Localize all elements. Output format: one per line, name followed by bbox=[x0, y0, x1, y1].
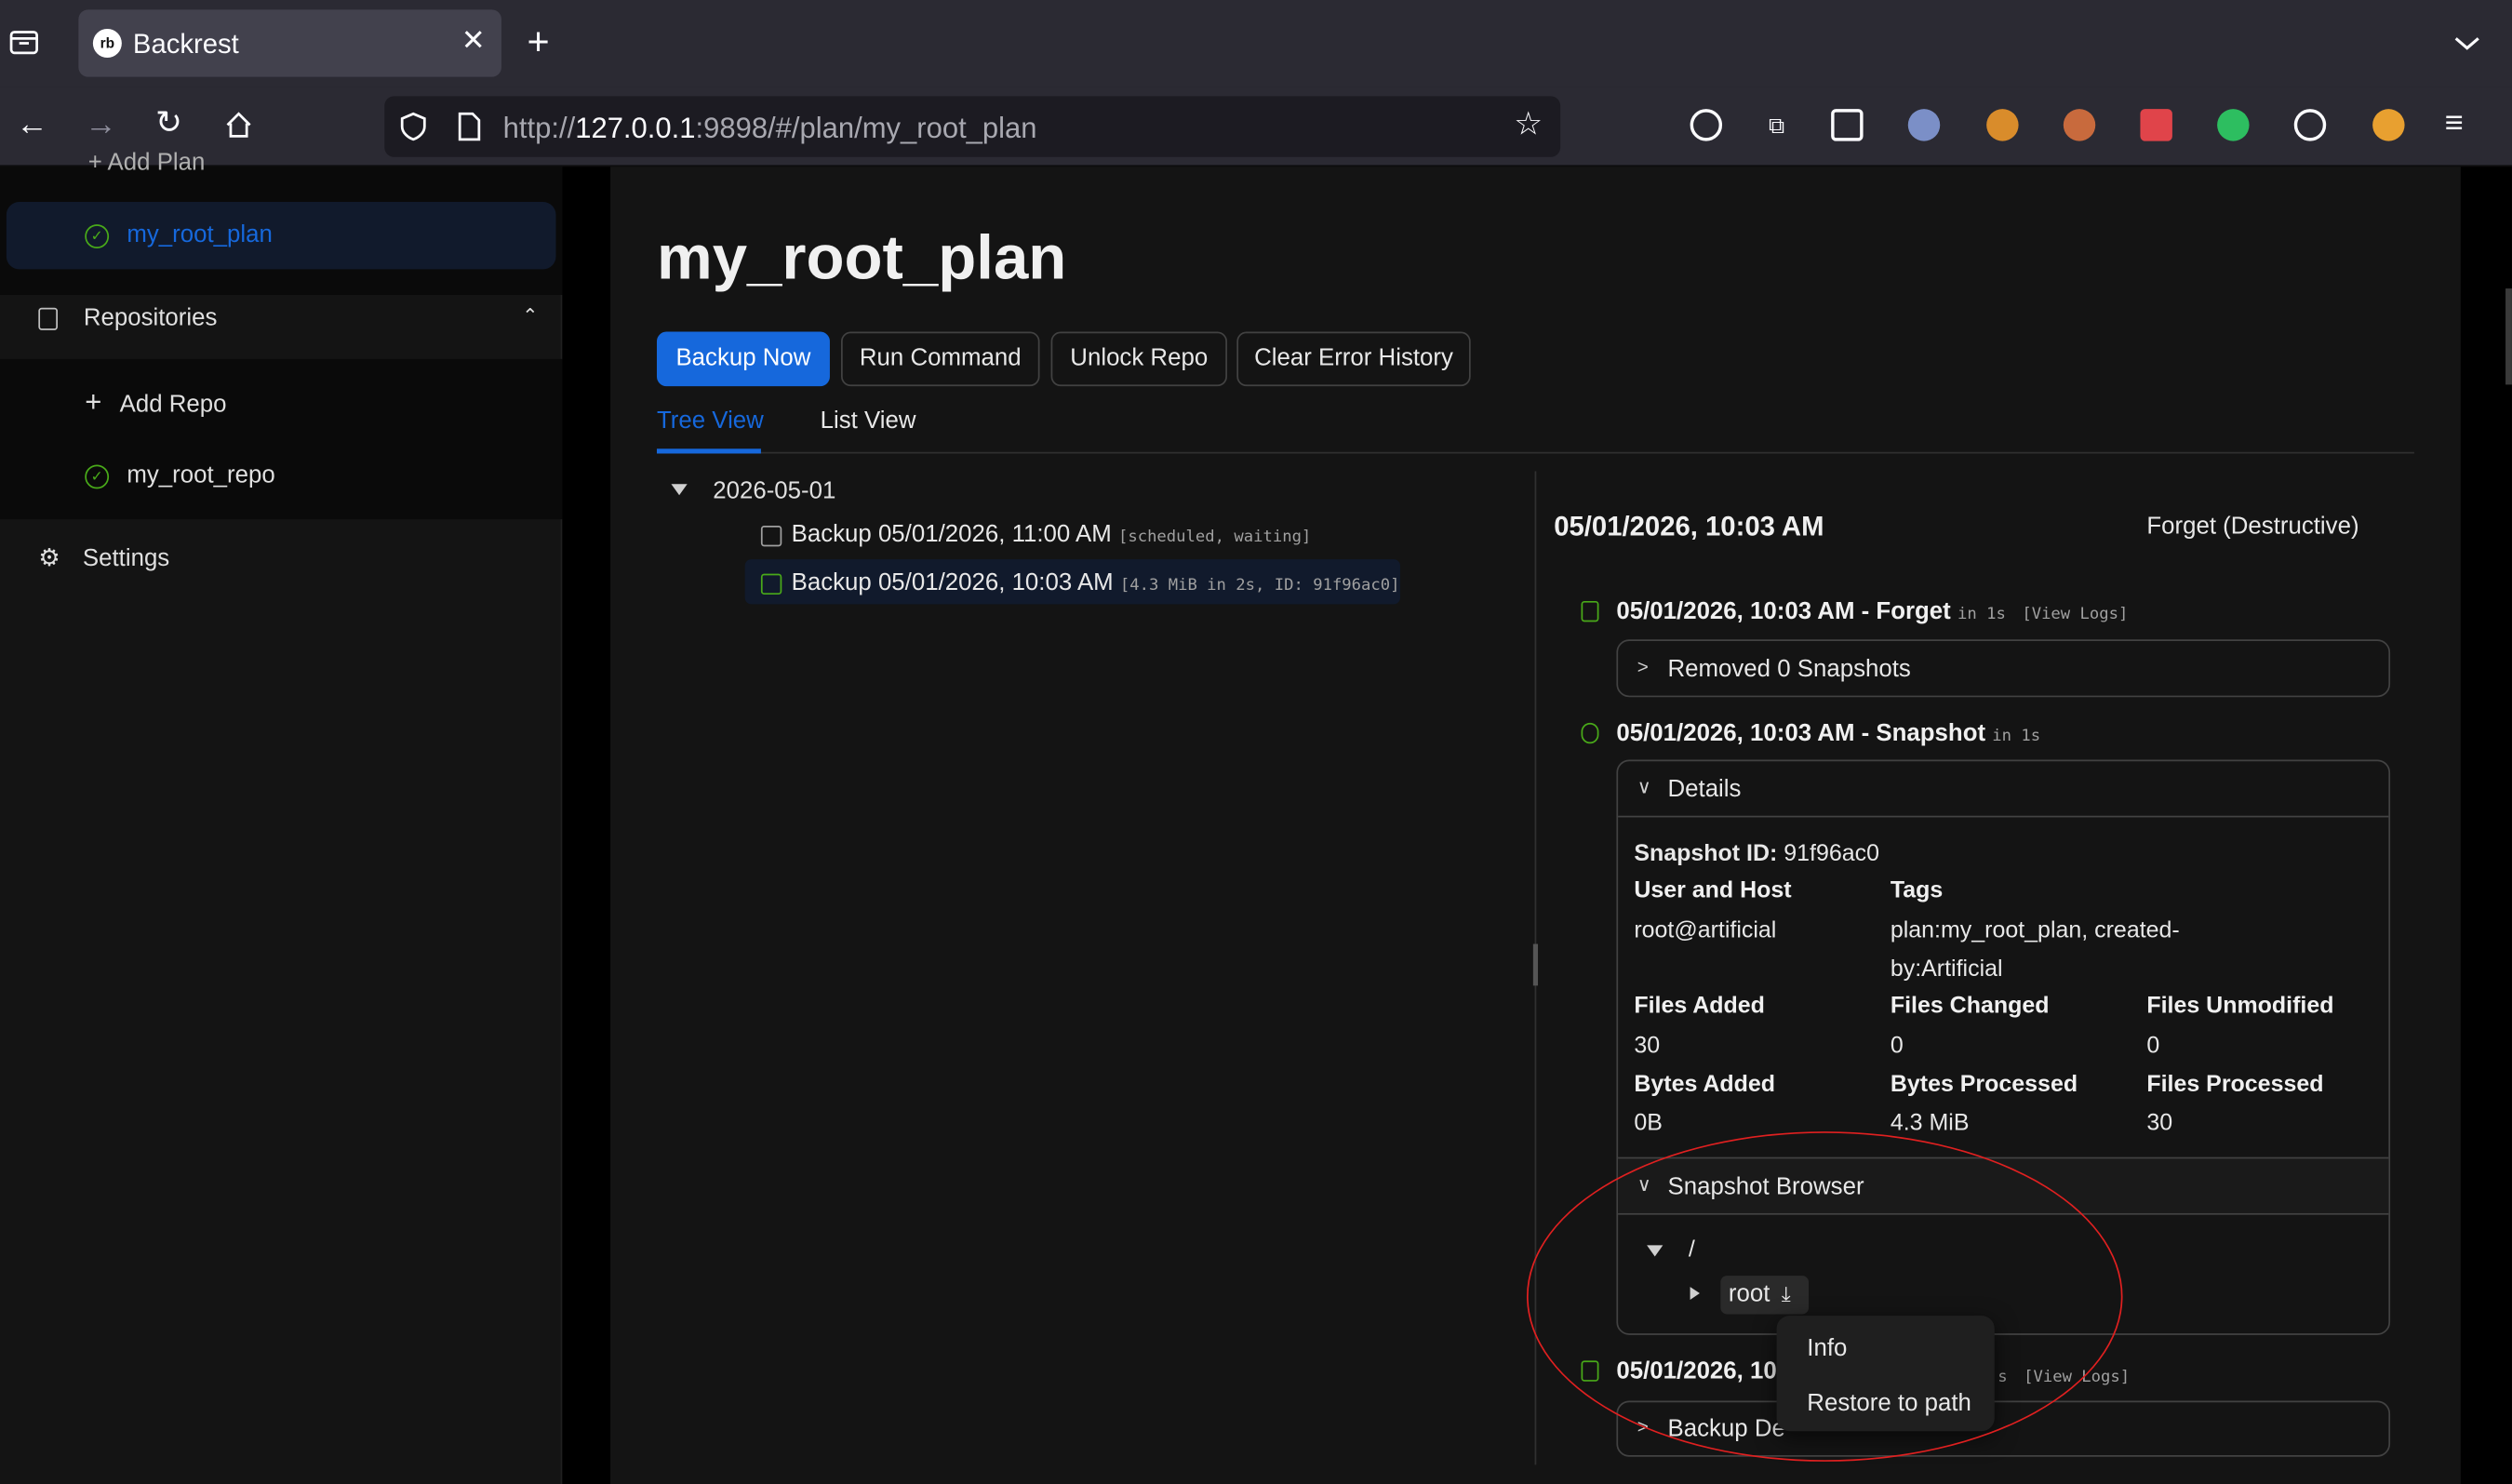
tab-close-icon[interactable]: ✕ bbox=[461, 24, 486, 58]
backup-now-button[interactable]: Backup Now bbox=[656, 331, 830, 387]
files-processed-value: 30 bbox=[2146, 1110, 2173, 1137]
save-icon bbox=[760, 525, 782, 546]
home-icon[interactable] bbox=[222, 109, 254, 147]
tree-date-node[interactable]: 2026-05-01 bbox=[713, 477, 835, 504]
cookie-icon[interactable] bbox=[2063, 109, 2096, 141]
extension-2-icon[interactable] bbox=[1907, 109, 1941, 141]
tab-active-indicator bbox=[656, 448, 761, 454]
reload-icon[interactable]: ↻ bbox=[155, 107, 182, 139]
bookmark-star-icon[interactable]: ☆ bbox=[1514, 109, 1543, 140]
check-circle-icon: ✓ bbox=[85, 463, 110, 488]
files-added-value: 30 bbox=[1634, 1034, 1661, 1060]
files-unmodified-label: Files Unmodified bbox=[2146, 993, 2334, 1020]
tab-overview-icon[interactable] bbox=[8, 26, 40, 64]
url-text[interactable]: http://127.0.0.1:9898/#/plan/my_root_pla… bbox=[503, 113, 1037, 146]
plans-submenu: + Add Plan ✓ my_root_plan bbox=[0, 149, 563, 295]
menu-icon[interactable]: ≡ bbox=[2445, 107, 2464, 139]
eraser-icon[interactable] bbox=[2140, 109, 2172, 141]
account-icon[interactable] bbox=[1690, 109, 1723, 141]
forget-op-header: 05/01/2026, 10:03 AM - Forget in 1s [Vie… bbox=[1616, 597, 2129, 625]
clear-error-history-button[interactable]: Clear Error History bbox=[1236, 331, 1471, 387]
url-bar[interactable]: http://127.0.0.1:9898/#/plan/my_root_pla… bbox=[384, 96, 1561, 157]
tab-title: Backrest bbox=[132, 29, 239, 60]
sidebar-item-repositories[interactable]: Repositories ⌃ bbox=[38, 304, 539, 332]
tree-row-scheduled[interactable]: Backup 05/01/2026, 11:00 AM [scheduled, … bbox=[760, 521, 1311, 548]
extensions-icon[interactable]: ⧉ bbox=[1760, 109, 1792, 140]
run-command-button[interactable]: Run Command bbox=[840, 331, 1040, 387]
sidebar-item-add-repo[interactable]: + Add Repo bbox=[85, 386, 226, 420]
scrollbar-marker[interactable] bbox=[2505, 288, 2512, 385]
chevron-up-icon: ⌃ bbox=[522, 304, 539, 328]
chevron-right-icon: > bbox=[1637, 655, 1649, 678]
sidebar-item-add-plan[interactable]: + Add Plan bbox=[88, 149, 206, 176]
list-all-tabs-icon[interactable] bbox=[2452, 27, 2481, 59]
tags-label: Tags bbox=[1890, 877, 1944, 904]
snapshot-op-header: 05/01/2026, 10:03 AM - Snapshot in 1s bbox=[1616, 719, 2041, 747]
detail-title: 05/01/2026, 10:03 AM bbox=[1554, 511, 1824, 542]
bytes-processed-value: 4.3 MiB bbox=[1890, 1110, 1970, 1137]
cookie-2-icon[interactable] bbox=[2293, 109, 2327, 141]
check-circle-icon: ✓ bbox=[85, 223, 110, 248]
page-icon[interactable] bbox=[457, 111, 483, 149]
page-title: my_root_plan bbox=[656, 224, 1067, 294]
split-handle[interactable] bbox=[1532, 943, 1539, 986]
extension-4-icon[interactable] bbox=[2372, 109, 2405, 141]
forward-icon[interactable]: → bbox=[85, 109, 116, 140]
backrest-favicon-icon: rb bbox=[92, 29, 122, 59]
browser-tab-strip: rb Backrest ✕ + bbox=[0, 0, 2512, 87]
tabs-divider bbox=[656, 451, 2414, 454]
tree-row-completed[interactable]: Backup 05/01/2026, 10:03 AM [4.3 MiB in … bbox=[760, 568, 1400, 596]
bytes-added-label: Bytes Added bbox=[1634, 1072, 1776, 1098]
bytes-processed-label: Bytes Processed bbox=[1890, 1072, 2078, 1098]
user-host-value: root@artificial bbox=[1634, 917, 1777, 944]
extension-1-icon[interactable] bbox=[1831, 109, 1864, 141]
back-icon[interactable]: ← bbox=[16, 109, 47, 140]
view-logs-link[interactable]: [View Logs] bbox=[2022, 606, 2128, 623]
tab-list-view[interactable]: List View bbox=[821, 408, 916, 435]
files-changed-value: 0 bbox=[1890, 1034, 1904, 1060]
extension-3-icon[interactable] bbox=[1986, 109, 2019, 141]
annotation-ellipse bbox=[1526, 1131, 2123, 1462]
bytes-added-value: 0B bbox=[1634, 1110, 1663, 1137]
caret-down-icon[interactable] bbox=[671, 484, 688, 496]
files-changed-label: Files Changed bbox=[1890, 993, 2050, 1020]
snapshot-id: Snapshot ID: 91f96ac0 bbox=[1634, 841, 1880, 867]
sidebar: + Add Plan ✓ my_root_plan Repositories ⌃… bbox=[0, 149, 563, 1484]
unlock-repo-button[interactable]: Unlock Repo bbox=[1050, 331, 1227, 387]
tags-value-line2: by:Artificial bbox=[1890, 956, 2003, 983]
user-host-label: User and Host bbox=[1634, 877, 1792, 904]
shield-icon[interactable] bbox=[399, 111, 428, 149]
files-processed-label: Files Processed bbox=[2146, 1072, 2324, 1098]
chevron-down-icon: ∨ bbox=[1637, 775, 1651, 798]
forget-destructive-button[interactable]: Forget (Destructive) bbox=[2146, 513, 2358, 540]
sidebar-item-my-root-repo[interactable]: ✓ my_root_repo bbox=[85, 461, 275, 488]
details-header[interactable]: ∨ Details bbox=[1618, 761, 2389, 818]
plus-icon: + bbox=[87, 149, 108, 177]
evernote-icon[interactable] bbox=[2217, 109, 2250, 141]
files-unmodified-value: 0 bbox=[2146, 1034, 2160, 1060]
plus-icon: + bbox=[85, 386, 102, 419]
paperclip-icon bbox=[1581, 722, 1599, 744]
gear-icon: ⚙ bbox=[38, 544, 60, 572]
browser-tab[interactable]: rb Backrest ✕ bbox=[78, 9, 501, 77]
database-icon bbox=[38, 307, 58, 330]
repos-submenu: + Add Repo ✓ my_root_repo bbox=[0, 358, 563, 520]
save-icon bbox=[760, 572, 782, 595]
sidebar-plan-label[interactable]: ✓ my_root_plan bbox=[85, 221, 273, 248]
trash-icon bbox=[1581, 600, 1599, 622]
new-tab-icon[interactable]: + bbox=[528, 23, 550, 62]
tags-value-line1: plan:my_root_plan, created- bbox=[1890, 917, 2180, 944]
browser-nav-bar: ← → ↻ http://127.0.0.1:9898/#/plan/my_ro… bbox=[0, 87, 2512, 167]
tab-tree-view[interactable]: Tree View bbox=[657, 408, 764, 435]
sidebar-item-settings[interactable]: ⚙ Settings bbox=[38, 543, 169, 572]
removed-snapshots-panel[interactable]: > Removed 0 Snapshots bbox=[1616, 639, 2391, 698]
files-added-label: Files Added bbox=[1634, 993, 1765, 1020]
